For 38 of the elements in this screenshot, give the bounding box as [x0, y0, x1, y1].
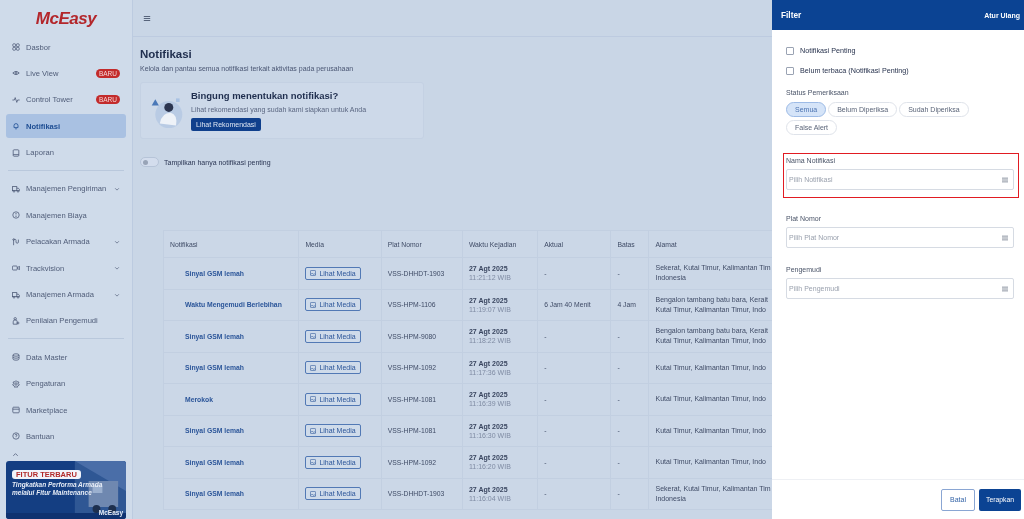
image-icon	[310, 459, 317, 466]
truck-icon	[12, 290, 20, 299]
image-icon	[310, 301, 317, 308]
grid-icon	[12, 43, 20, 51]
menu-icon[interactable]	[143, 14, 151, 22]
logo: McEasy	[35, 9, 97, 29]
checkbox[interactable]	[786, 66, 794, 75]
image-icon	[310, 396, 317, 403]
gear-icon	[12, 379, 20, 388]
store-icon	[12, 406, 20, 415]
card-title: Bingung menentukan notifikasi?	[191, 90, 340, 101]
checkbox[interactable]	[786, 46, 794, 55]
toggle-switch[interactable]	[140, 157, 159, 167]
eye-icon	[12, 69, 20, 78]
list-icon	[1001, 176, 1009, 183]
chevron-icon	[114, 185, 120, 192]
caret-icon[interactable]	[12, 450, 19, 458]
image-icon	[310, 333, 317, 340]
chevron-icon	[114, 238, 120, 245]
help-icon	[12, 432, 20, 441]
database-icon	[12, 353, 20, 362]
chevron-icon	[114, 265, 120, 272]
panel-title: Filter	[781, 10, 802, 20]
image-icon	[310, 270, 317, 277]
image-icon	[310, 364, 317, 371]
page-title: Notifikasi	[140, 48, 193, 60]
coin-icon	[12, 211, 20, 220]
bell-icon	[12, 122, 20, 131]
list-icon	[1001, 285, 1009, 292]
list-icon	[1001, 234, 1009, 241]
book-icon	[12, 148, 20, 157]
pulse-icon	[12, 95, 20, 104]
image-icon	[310, 490, 317, 497]
camera-icon	[12, 264, 20, 273]
person-icon	[12, 316, 20, 325]
chevron-icon	[114, 291, 120, 298]
truck-icon	[12, 184, 20, 193]
image-icon	[310, 427, 317, 434]
